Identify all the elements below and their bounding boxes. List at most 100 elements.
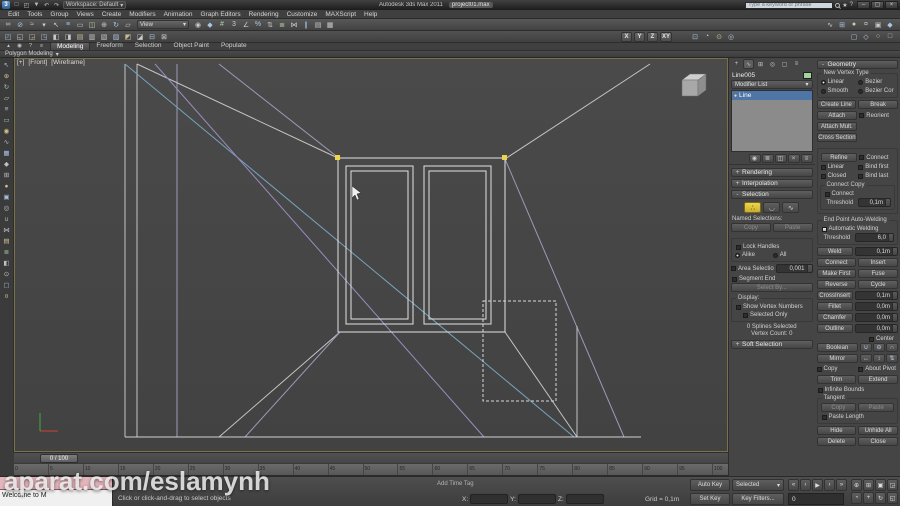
toolbar2-icon[interactable]: ◎ [725,31,737,42]
toolbar2-icon[interactable]: ⊠ [158,31,170,42]
search-icon[interactable] [835,2,841,8]
toolbar2-icon[interactable]: ◩ [122,31,134,42]
rendered-frame-icon[interactable]: ▣ [872,19,884,30]
menu-item-modifiers[interactable]: Modifiers [125,11,159,18]
menu-item-graph-editors[interactable]: Graph Editors [197,11,245,18]
layer-manager-icon[interactable]: ▤ [312,19,324,30]
help-icon[interactable]: ? [850,2,853,8]
key-filters-button[interactable]: Key Filters... [732,493,784,505]
left-toolbar-icon[interactable]: ◆ [1,159,12,169]
closed-checkbox[interactable]: Closed [820,172,857,180]
toolbar2-icon[interactable]: ◰ [2,31,14,42]
current-frame-field[interactable]: 0 [788,493,844,505]
object-color-swatch[interactable] [802,71,812,79]
axis-btn-z[interactable]: Z [647,31,658,42]
play-animation-icon[interactable]: ▶ [812,479,823,491]
viewport-menu-shading[interactable]: [Wireframe] [51,59,85,66]
menu-item-views[interactable]: Views [72,11,97,18]
mirror-horizontal-icon[interactable]: ↔ [860,354,872,363]
material-editor-icon[interactable]: ● [848,19,860,30]
fillet-spinner[interactable]: 0,0m [854,302,898,311]
weld-value-spinner[interactable]: 0,1m [854,247,898,256]
mirror-both-icon[interactable]: ⇅ [886,354,898,363]
utilities-tab-icon[interactable]: ≡ [791,59,802,69]
outline-spinner[interactable]: 0,0m [854,324,898,333]
rollout-rendering[interactable]: + Rendering [731,168,813,177]
attach-button[interactable]: Attach [816,111,858,120]
fuse-button[interactable]: Fuse [858,269,898,278]
rollout-interpolation[interactable]: + Interpolation [731,179,813,188]
trim-button[interactable]: Trim [816,375,857,384]
bind-first-checkbox[interactable]: Bind first [858,163,894,171]
axis-btn-xy[interactable]: XY [660,31,673,42]
field-of-view-icon[interactable]: ◔ [851,492,862,504]
left-toolbar-icon[interactable]: ⋈ [1,225,12,235]
zoom-extents-icon[interactable]: ▣ [875,479,886,491]
close-button-geo[interactable]: Close [858,437,898,446]
search-input[interactable] [745,1,834,9]
go-to-start-icon[interactable]: « [788,479,799,491]
area-selection-checkbox[interactable]: Area Selection: [731,265,774,273]
left-toolbar-icon[interactable]: ● [1,181,12,191]
open-file-icon[interactable]: ◰ [22,2,31,9]
menu-item-group[interactable]: Group [46,11,72,18]
left-toolbar-icon[interactable]: ⊙ [1,269,12,279]
toolbar2-icon[interactable]: ○ [872,31,884,42]
viewport-menu-pov[interactable]: [Front] [28,59,47,66]
toolbar2-icon[interactable]: ▨ [110,31,122,42]
spinner-snap-icon[interactable]: ⇅ [264,19,276,30]
refine-connect-checkbox[interactable]: Connect [859,154,894,162]
ribbon-min-icon[interactable]: ▴ [4,42,13,50]
viewport-menu-general[interactable]: [+] [17,59,24,66]
time-slider[interactable]: 0 / 100 [14,452,728,463]
zoom-all-icon[interactable]: ⊞ [863,479,874,491]
select-and-link-icon[interactable]: ∞ [2,19,14,30]
mirror-button[interactable]: Mirror [816,354,858,363]
bind-last-checkbox[interactable]: Bind last [858,172,894,180]
modifier-stack[interactable]: ● Line [731,90,813,152]
left-toolbar-icon[interactable]: ∪ [1,214,12,224]
new-scene-icon[interactable]: □ [12,2,21,9]
toolbar2-icon[interactable]: ▧ [98,31,110,42]
toolbar2-icon[interactable]: ▥ [86,31,98,42]
reverse-button[interactable]: Reverse [816,280,857,289]
select-and-scale-icon[interactable]: ▱ [122,19,134,30]
center-checkbox[interactable]: Center [815,335,900,343]
ribbon-help-icon[interactable]: ? [26,42,35,50]
previous-frame-icon[interactable]: ‹ [800,479,811,491]
ribbon-pin-icon[interactable]: ◉ [15,42,24,50]
toolbar2-icon[interactable]: ◲ [26,31,38,42]
left-toolbar-icon[interactable]: ¤ [1,291,12,301]
left-toolbar-icon[interactable]: ▤ [1,236,12,246]
axis-btn-x[interactable]: X [621,31,632,42]
stack-item-line[interactable]: ● Line [732,91,812,100]
angle-snap-icon[interactable]: ∠ [240,19,252,30]
select-and-rotate-icon[interactable]: ↻ [110,19,122,30]
create-line-button[interactable]: Create Line [816,100,857,109]
toolbar2-icon[interactable]: ▤ [74,31,86,42]
render-setup-icon[interactable]: ¤ [860,19,872,30]
use-pivot-point-icon[interactable]: ◉ [192,19,204,30]
mirror-vertical-icon[interactable]: ↕ [873,354,885,363]
left-toolbar-icon[interactable]: ◎ [1,203,12,213]
cross-insert-spinner[interactable]: 0,1m [854,291,898,300]
left-toolbar-icon[interactable]: ↖ [1,60,12,70]
make-first-button[interactable]: Make First [816,269,857,278]
weld-button[interactable]: Weld [816,247,853,256]
spline-subobject-icon[interactable]: ∿ [782,202,800,213]
pan-view-icon[interactable]: + [863,492,874,504]
unlink-selection-icon[interactable]: ⊘ [14,19,26,30]
hide-button[interactable]: Hide [816,426,857,435]
break-button[interactable]: Break [858,100,898,109]
undo-icon[interactable]: ↶ [42,2,51,9]
rollout-geometry[interactable]: - Geometry [816,60,898,69]
maximize-viewport-toggle-icon[interactable]: ◱ [887,492,898,504]
next-frame-icon[interactable]: › [824,479,835,491]
hierarchy-tab-icon[interactable]: ⊞ [755,59,766,69]
all-radio[interactable]: All [772,251,809,259]
reference-coordinate-dropdown[interactable]: View ▾ [137,20,189,29]
weld-threshold-spinner[interactable]: 6,0 [855,233,894,242]
show-vertex-numbers-checkbox[interactable]: Show Vertex Numbers [733,303,811,311]
segment-end-checkbox[interactable]: Segment End [729,275,815,283]
menu-item-maxscript[interactable]: MAXScript [321,11,360,18]
